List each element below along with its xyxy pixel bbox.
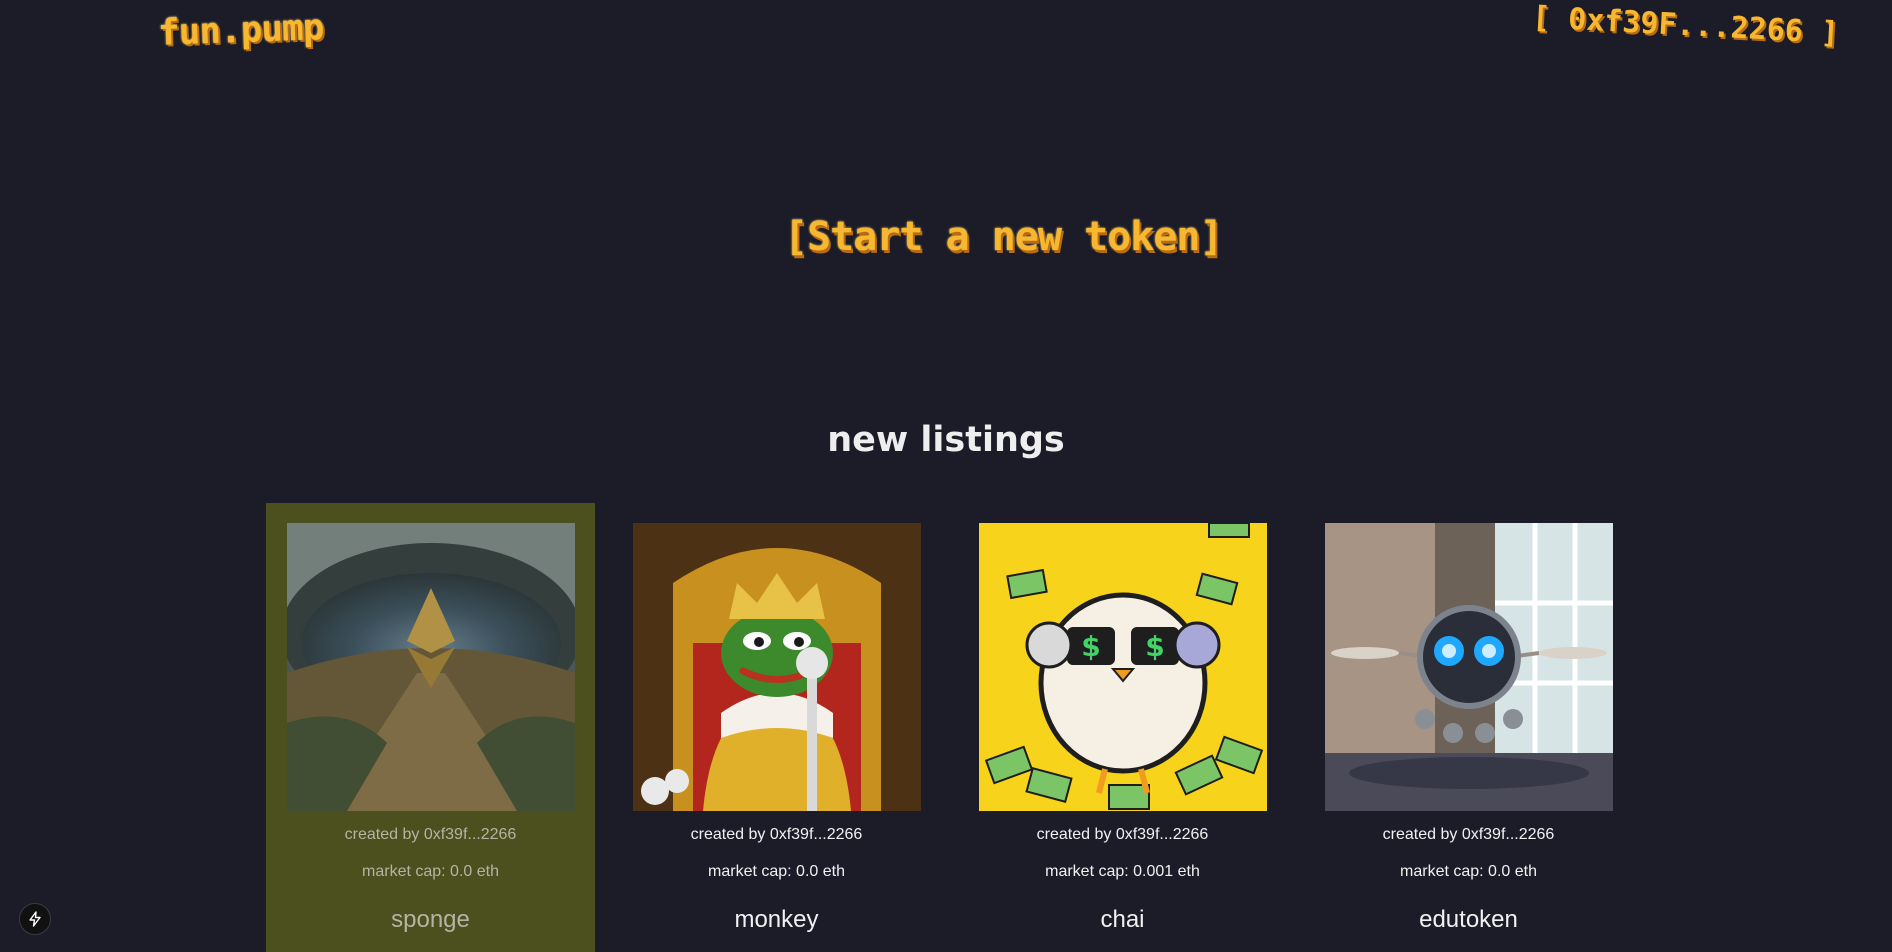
token-market-cap: market cap: 0.0 eth <box>1400 863 1537 880</box>
new-listings-title: new listings <box>827 420 1065 460</box>
token-creator: created by 0xf39f...2266 <box>690 826 863 843</box>
eye-ethereum-image <box>286 523 575 811</box>
token-name: monkey <box>734 906 819 933</box>
svg-text:$: $ <box>1145 630 1164 663</box>
token-card-sponge[interactable]: created by 0xf39f...2266 market cap: 0.0… <box>266 503 595 952</box>
site-logo[interactable]: fun.pump <box>157 7 324 54</box>
token-creator: created by 0xf39f...2266 <box>344 826 517 843</box>
svg-text:$: $ <box>1081 630 1100 663</box>
token-name: edutoken <box>1419 906 1518 933</box>
pepe-king-image <box>632 523 921 811</box>
bolt-glyph-icon <box>29 911 41 927</box>
token-creator: created by 0xf39f...2266 <box>1036 826 1209 843</box>
robot-drone-image <box>1324 523 1613 811</box>
token-card-monkey[interactable]: created by 0xf39f...2266 market cap: 0.0… <box>612 503 941 952</box>
token-market-cap: market cap: 0.0 eth <box>708 863 845 880</box>
token-name: chai <box>1100 906 1145 933</box>
wallet-address-button[interactable]: [ 0xf39F...2266 ] <box>1531 0 1839 51</box>
token-creator: created by 0xf39f...2266 <box>1382 826 1555 843</box>
token-card-chai[interactable]: $ $ created by 0xf39f...2266 market cap:… <box>958 503 1287 952</box>
start-new-token-button[interactable]: [Start a new token] <box>784 214 1224 260</box>
lightning-bolt-icon[interactable] <box>19 903 51 935</box>
token-market-cap: market cap: 0.001 eth <box>1045 863 1200 880</box>
listings-grid: created by 0xf39f...2266 market cap: 0.0… <box>266 503 1650 952</box>
token-name: sponge <box>391 906 470 933</box>
chai-duck-image: $ $ <box>978 523 1267 811</box>
token-market-cap: market cap: 0.0 eth <box>362 863 499 880</box>
token-card-edutoken[interactable]: created by 0xf39f...2266 market cap: 0.0… <box>1304 503 1633 952</box>
